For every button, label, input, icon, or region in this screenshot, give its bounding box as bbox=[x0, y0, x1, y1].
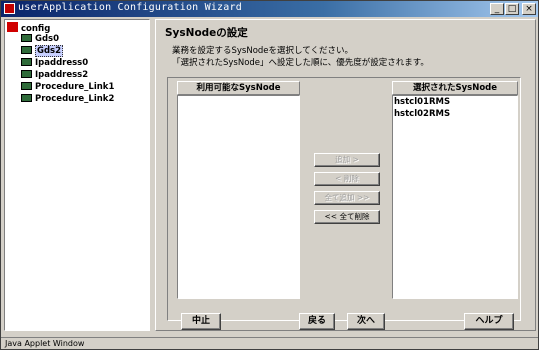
remove-button[interactable]: < 削除 bbox=[314, 172, 380, 186]
tree-root-label: config bbox=[21, 24, 51, 34]
title-bar: userApplication Configuration Wizard _ □… bbox=[1, 1, 538, 17]
tree-item-procedure-link1[interactable]: Procedure_Link1 bbox=[21, 82, 114, 93]
back-button[interactable]: 戻る bbox=[299, 313, 335, 330]
resource-icon bbox=[21, 94, 32, 102]
resource-icon bbox=[21, 34, 32, 42]
resource-icon bbox=[21, 70, 32, 78]
tree-item-label: Gds0 bbox=[35, 34, 60, 44]
help-button[interactable]: ヘルプ bbox=[464, 313, 514, 330]
available-sysnode-header: 利用可能なSysNode bbox=[177, 81, 300, 95]
description-line-1: 業務を設定するSysNodeを選択してください。 bbox=[172, 46, 354, 56]
available-sysnode-list[interactable] bbox=[177, 95, 300, 299]
description-line-2: 「選択されたSysNode」へ設定した順に、優先度が設定されます。 bbox=[172, 58, 429, 68]
wizard-window: userApplication Configuration Wizard _ □… bbox=[0, 0, 539, 350]
tree-item-ipaddress0[interactable]: Ipaddress0 bbox=[21, 58, 88, 69]
tree-item-procedure-link2[interactable]: Procedure_Link2 bbox=[21, 94, 114, 105]
add-button[interactable]: 追加 > bbox=[314, 153, 380, 167]
tree-item-label: Procedure_Link2 bbox=[35, 94, 115, 104]
selected-sysnode-list[interactable]: hstcl01RMS hstcl02RMS bbox=[392, 95, 518, 299]
close-button[interactable]: × bbox=[522, 3, 536, 15]
content-panel: SysNodeの設定 業務を設定するSysNodeを選択してください。 「選択さ… bbox=[155, 19, 536, 331]
tree-item-label: Ipaddress2 bbox=[35, 70, 89, 80]
config-root-icon bbox=[7, 22, 18, 32]
selected-sysnode-header: 選択されたSysNode bbox=[392, 81, 518, 95]
tree-item-label: Procedure_Link1 bbox=[35, 82, 115, 92]
tree-item-gds0[interactable]: Gds0 bbox=[21, 34, 59, 45]
add-all-button[interactable]: 全て追加 >> bbox=[314, 191, 380, 205]
cancel-button[interactable]: 中止 bbox=[181, 313, 221, 330]
minimize-button[interactable]: _ bbox=[490, 3, 504, 15]
resource-icon bbox=[21, 46, 32, 54]
tree-item-ipaddress2[interactable]: Ipaddress2 bbox=[21, 70, 88, 81]
tree-item-label: Ipaddress0 bbox=[35, 58, 89, 68]
resource-icon bbox=[21, 58, 32, 66]
tree-item-label: Gds2 bbox=[35, 45, 64, 57]
config-tree[interactable]: config Gds0 Gds2 Ipaddress0 Ipaddress2 P… bbox=[4, 19, 150, 331]
tree-root-config[interactable]: config bbox=[7, 22, 51, 34]
resource-icon bbox=[21, 82, 32, 90]
remove-all-button[interactable]: << 全て削除 bbox=[314, 210, 380, 224]
page-title: SysNodeの設定 bbox=[165, 27, 248, 39]
window-title: userApplication Configuration Wizard bbox=[18, 2, 242, 13]
java-app-icon bbox=[4, 3, 15, 14]
maximize-button[interactable]: □ bbox=[505, 3, 519, 15]
tree-item-gds2[interactable]: Gds2 bbox=[21, 45, 64, 57]
status-bar: Java Applet Window bbox=[1, 337, 538, 349]
next-button[interactable]: 次へ bbox=[347, 313, 385, 330]
selected-sysnode-item[interactable]: hstcl01RMS bbox=[393, 96, 517, 108]
selected-sysnode-item[interactable]: hstcl02RMS bbox=[393, 108, 517, 120]
